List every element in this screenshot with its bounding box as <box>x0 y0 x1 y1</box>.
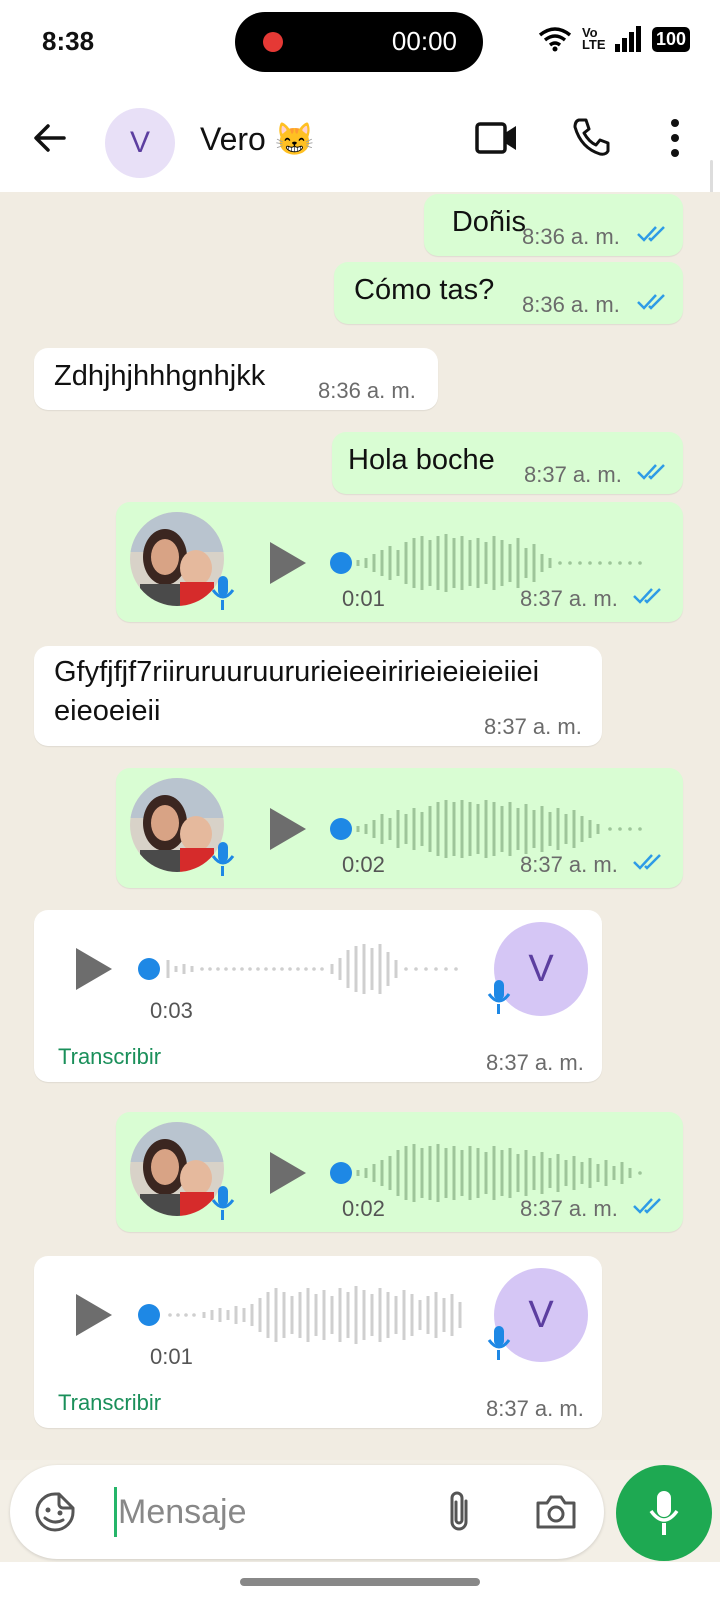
read-receipt-icon <box>633 854 661 870</box>
chat-area[interactable]: Doñis 8:36 a. m. Cómo tas? 8:36 a. m. Zd… <box>0 192 720 1460</box>
seek-knob[interactable] <box>330 1162 352 1184</box>
message-time: 8:37 a. m. <box>520 586 618 611</box>
waveform <box>356 800 642 858</box>
message-time: 8:37 a. m. <box>520 852 618 877</box>
sticker-icon[interactable] <box>34 1491 76 1533</box>
voice-message-outgoing[interactable]: 0:02 8:37 a. m. <box>116 768 683 888</box>
waveform <box>356 534 642 592</box>
read-receipt-icon <box>633 1198 661 1214</box>
waveform <box>166 944 458 994</box>
voice-duration: 0:02 <box>342 1196 385 1221</box>
voice-duration: 0:02 <box>342 852 385 877</box>
play-icon[interactable] <box>270 1152 306 1194</box>
message-bubble-incoming[interactable]: Zdhjhjhhhgnhjkk 8:36 a. m. <box>34 348 438 410</box>
signal-icon <box>614 26 641 52</box>
wifi-icon <box>538 27 572 52</box>
sender-avatar-letter: V <box>528 1293 554 1336</box>
contact-avatar-letter: V <box>129 126 150 159</box>
read-receipt-icon <box>637 464 665 480</box>
contact-avatar[interactable]: V <box>105 108 175 178</box>
seek-knob[interactable] <box>330 818 352 840</box>
sender-avatar-letter: V <box>528 947 554 990</box>
message-bubble-outgoing[interactable]: Hola boche 8:37 a. m. <box>332 432 683 494</box>
message-bubble-outgoing[interactable]: Doñis 8:36 a. m. <box>424 194 683 256</box>
message-bubble-incoming[interactable]: Gfyfjfjf7riiruruuruururieieeiririeieieie… <box>34 646 602 746</box>
mic-icon <box>487 980 511 1014</box>
recording-dot-icon <box>263 32 283 52</box>
phone-icon[interactable] <box>570 116 612 158</box>
voice-duration: 0:01 <box>342 586 385 611</box>
recording-pill[interactable]: 00:00 <box>235 12 483 72</box>
home-handle[interactable] <box>240 1578 480 1586</box>
video-call-icon[interactable] <box>474 118 520 158</box>
message-text: Hola boche <box>348 444 495 476</box>
message-time: 8:37 a. m. <box>520 1196 618 1221</box>
chat-header: V Vero 😸 <box>0 84 720 192</box>
message-time: 8:37 a. m. <box>486 1050 584 1075</box>
volte-label: Vo LTE <box>581 25 606 52</box>
message-time: 8:37 a. m. <box>486 1396 584 1421</box>
status-bar: 8:38 00:00 Vo LTE 100 <box>0 0 720 84</box>
message-time: 8:36 a. m. <box>522 292 620 317</box>
message-text: Doñis <box>451 206 526 238</box>
camera-icon[interactable] <box>534 1493 578 1531</box>
play-icon[interactable] <box>270 808 306 850</box>
recording-timer: 00:00 <box>391 26 457 56</box>
message-time: 8:36 a. m. <box>318 378 416 403</box>
battery-level: 100 <box>651 26 690 52</box>
message-text: Cómo tas? <box>354 274 495 306</box>
message-text: Zdhjhjhhhgnhjkk <box>54 360 266 392</box>
mic-icon <box>211 576 235 610</box>
message-input[interactable]: Mensaje <box>118 1493 247 1532</box>
back-arrow-icon[interactable] <box>30 118 70 158</box>
read-receipt-icon <box>633 588 661 604</box>
play-icon[interactable] <box>76 948 112 990</box>
attach-icon[interactable] <box>444 1489 474 1535</box>
read-receipt-icon <box>637 294 665 310</box>
seek-knob[interactable] <box>330 552 352 574</box>
message-bubble-outgoing[interactable]: Cómo tas? 8:36 a. m. <box>334 262 683 324</box>
gesture-bar <box>0 1562 720 1600</box>
read-receipt-icon <box>637 226 665 242</box>
voice-duration: 0:03 <box>150 998 193 1023</box>
play-icon[interactable] <box>270 542 306 584</box>
more-vert-icon[interactable] <box>668 118 682 158</box>
contact-name[interactable]: Vero 😸 <box>200 120 315 158</box>
mic-icon <box>211 1186 235 1220</box>
mic-icon <box>211 842 235 876</box>
voice-message-outgoing[interactable]: 0:01 8:37 a. m. <box>116 502 683 622</box>
message-time: 8:37 a. m. <box>524 462 622 487</box>
waveform <box>356 1144 642 1202</box>
voice-duration: 0:01 <box>150 1344 193 1369</box>
status-icons: Vo LTE 100 <box>538 26 690 52</box>
voice-message-incoming[interactable]: 0:03 V Transcribir 8:37 a. m. <box>34 910 602 1082</box>
play-icon[interactable] <box>76 1294 112 1336</box>
voice-record-button[interactable] <box>616 1465 712 1561</box>
status-time: 8:38 <box>42 26 95 56</box>
message-composer[interactable]: Mensaje <box>10 1465 604 1559</box>
mic-icon <box>649 1491 679 1535</box>
waveform <box>168 1286 462 1344</box>
message-text-line2: eieoeieii <box>54 695 161 727</box>
mic-icon <box>487 1326 511 1360</box>
text-caret <box>114 1487 117 1537</box>
transcribe-link[interactable]: Transcribir <box>58 1044 161 1070</box>
message-time: 8:37 a. m. <box>484 714 582 739</box>
transcribe-link[interactable]: Transcribir <box>58 1390 161 1416</box>
message-text-line1: Gfyfjfjf7riiruruuruururieieeiririeieieie… <box>54 656 540 688</box>
voice-message-outgoing[interactable]: 0:02 8:37 a. m. <box>116 1112 683 1232</box>
seek-knob[interactable] <box>138 958 160 980</box>
message-time: 8:36 a. m. <box>522 224 620 249</box>
voice-message-incoming[interactable]: 0:01 V Transcribir 8:37 a. m. <box>34 1256 602 1428</box>
seek-knob[interactable] <box>138 1304 160 1326</box>
